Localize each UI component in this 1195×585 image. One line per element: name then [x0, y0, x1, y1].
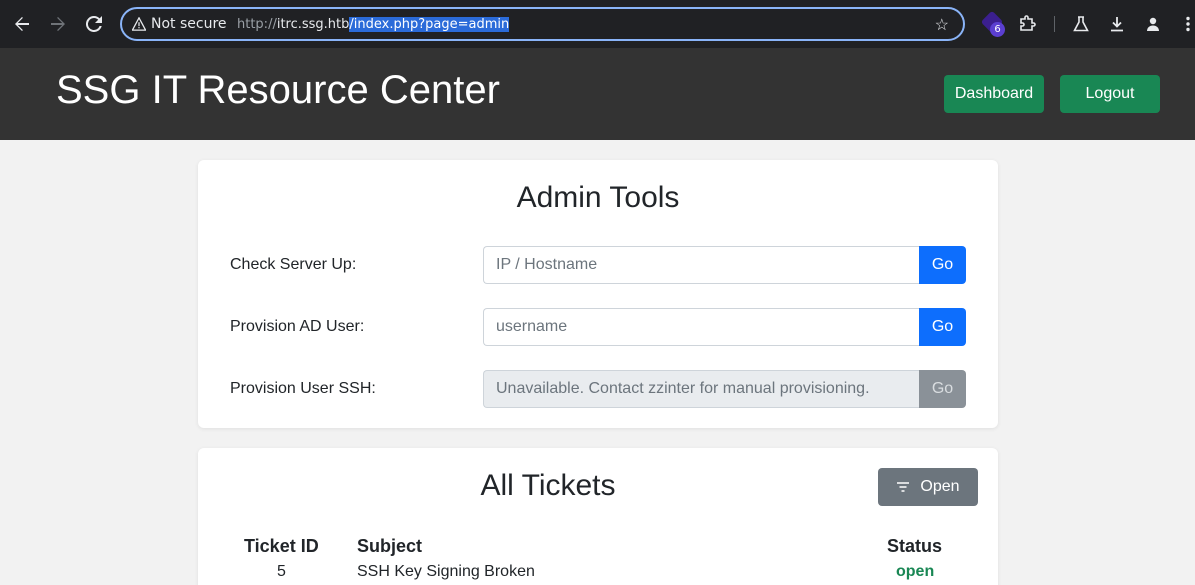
browser-toolbar: Not secure http://itrc.ssg.htb/index.php…	[0, 0, 1195, 48]
download-icon[interactable]	[1105, 12, 1129, 36]
hostname-input[interactable]: IP / Hostname	[483, 246, 920, 284]
logout-button[interactable]: Logout	[1060, 75, 1160, 113]
tickets-title: All Tickets	[480, 469, 616, 502]
ticket-status-cell: open	[896, 563, 935, 580]
url-host: itrc.ssg.htb	[276, 17, 350, 32]
extension-badge-count: 6	[990, 22, 1005, 37]
site-header: SSG IT Resource Center Dashboard Logout	[0, 48, 1195, 140]
toolbar-divider	[1054, 16, 1055, 32]
security-label: Not secure	[151, 16, 227, 32]
extension-badge[interactable]: 6	[980, 10, 1006, 37]
flask-icon[interactable]	[1069, 12, 1093, 36]
provision-ssh-go-button: Go	[919, 370, 966, 408]
filter-icon	[897, 482, 910, 492]
tickets-card: All Tickets Open Ticket ID Subject Statu…	[198, 448, 998, 585]
status-filter-button[interactable]: Open	[878, 468, 978, 506]
username-input[interactable]: username	[483, 308, 920, 346]
status-filter-label: Open	[920, 478, 960, 495]
forward-icon[interactable]	[46, 12, 70, 36]
provision-ssh-label: Provision User SSH:	[230, 380, 376, 397]
admin-tools-card: Admin Tools Check Server Up: IP / Hostna…	[198, 160, 998, 428]
site-title: SSG IT Resource Center	[56, 68, 500, 112]
provision-ad-go-button[interactable]: Go	[919, 308, 966, 346]
ssh-provision-input: Unavailable. Contact zzinter for manual …	[483, 370, 920, 408]
admin-tools-title: Admin Tools	[516, 181, 680, 214]
profile-icon[interactable]	[1141, 12, 1165, 36]
url-text[interactable]: http://itrc.ssg.htb/index.php?page=admin	[237, 17, 510, 32]
provision-ad-label: Provision AD User:	[230, 318, 365, 335]
column-header-status: Status	[887, 536, 943, 556]
address-bar[interactable]: Not secure http://itrc.ssg.htb/index.php…	[120, 7, 965, 41]
column-header-subject: Subject	[357, 536, 423, 556]
column-header-ticket-id: Ticket ID	[244, 536, 319, 556]
dashboard-button[interactable]: Dashboard	[944, 75, 1044, 113]
back-icon[interactable]	[10, 12, 34, 36]
check-server-label: Check Server Up:	[230, 256, 357, 273]
check-server-go-button[interactable]: Go	[919, 246, 966, 284]
bookmark-star-icon[interactable]: ☆	[935, 15, 949, 35]
ticket-id-cell: 5	[277, 563, 286, 580]
reload-icon[interactable]	[82, 12, 106, 36]
url-scheme: http://	[237, 17, 277, 32]
ticket-subject-cell[interactable]: SSH Key Signing Broken	[357, 563, 535, 581]
security-indicator[interactable]: Not secure	[132, 16, 227, 32]
warning-icon	[132, 17, 146, 31]
puzzle-icon[interactable]	[1015, 12, 1039, 36]
menu-dots-icon[interactable]	[1176, 12, 1195, 36]
url-path: /index.php?page=admin	[349, 17, 510, 32]
